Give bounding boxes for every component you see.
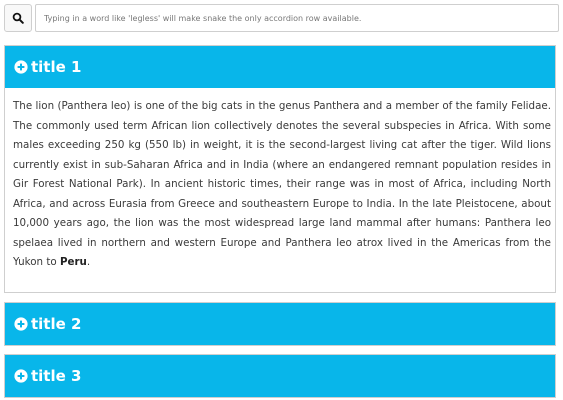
- accordion-body-bold-link: Peru: [59, 256, 87, 268]
- search-input[interactable]: [35, 4, 559, 32]
- accordion-item-1: title 1 The lion (Panthera leo) is one o…: [4, 45, 556, 293]
- plus-circle-icon: [14, 369, 28, 383]
- search-button[interactable]: [4, 4, 32, 32]
- accordion-body-text: The lion (Panthera leo) is one of the bi…: [13, 100, 551, 268]
- accordion-header-2[interactable]: title 2: [5, 303, 555, 345]
- accordion-header-3[interactable]: title 3: [5, 355, 555, 397]
- accordion-body-1: The lion (Panthera leo) is one of the bi…: [13, 97, 551, 273]
- plus-circle-icon: [14, 317, 28, 331]
- accordion-header-1[interactable]: title 1: [5, 46, 555, 88]
- accordion-title-3: title 3: [31, 366, 82, 385]
- accordion-title-1: title 1: [31, 57, 82, 76]
- accordion-item-2: title 2: [4, 302, 556, 346]
- accordion-title-2: title 2: [31, 314, 82, 333]
- accordion-item-3: title 3: [4, 354, 556, 398]
- search-bar: [4, 4, 559, 32]
- search-icon: [12, 12, 24, 24]
- plus-circle-icon: [14, 60, 28, 74]
- accordion-body-end: .: [86, 256, 91, 268]
